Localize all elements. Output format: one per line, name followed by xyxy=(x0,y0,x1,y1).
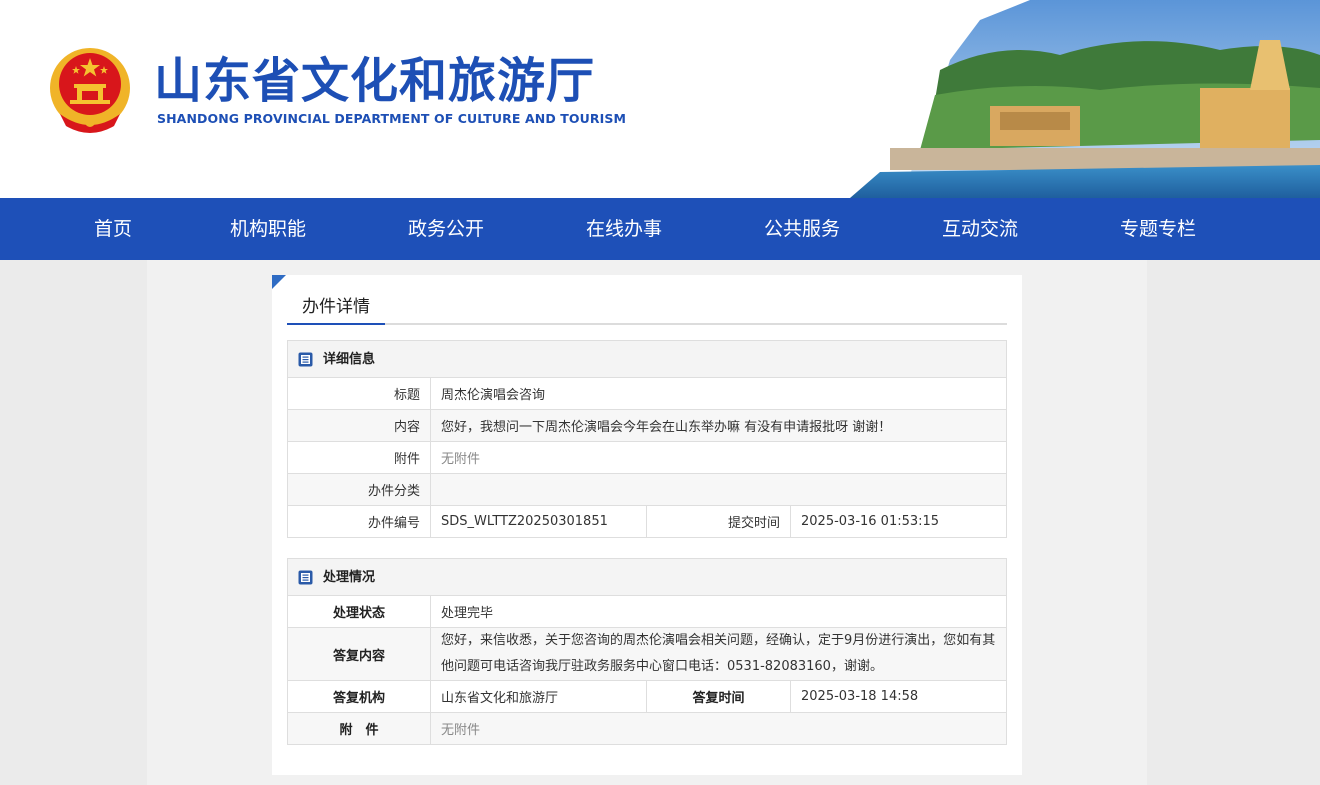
reply-attachment-label: 附 件 xyxy=(288,713,431,744)
handling-section-title: 处理情况 xyxy=(323,570,376,585)
status-label: 处理状态 xyxy=(288,596,431,627)
table-row: 答复机构 山东省文化和旅游厅 答复时间 2025-03-18 14:58 xyxy=(288,681,1006,713)
nav-item-public-services[interactable]: 公共服务 xyxy=(764,198,840,260)
table-row: 答复内容 您好，来信收悉，关于您咨询的周杰伦演唱会相关问题，经确认，定于9月份进… xyxy=(288,628,1006,681)
site-title-cn: 山东省文化和旅游厅 xyxy=(154,53,596,109)
table-row: 内容 您好，我想问一下周杰伦演唱会今年会在山东举办嘛 有没有申请报批呀 谢谢！ xyxy=(288,410,1006,442)
submit-time-label: 提交时间 xyxy=(647,506,791,537)
submit-time-value: 2025-03-16 01:53:15 xyxy=(801,514,940,529)
reply-content-value: 您好，来信收悉，关于您咨询的周杰伦演唱会相关问题，经确认，定于9月份进行演出，您… xyxy=(441,633,996,674)
content-label: 内容 xyxy=(288,410,431,441)
detail-section-title: 详细信息 xyxy=(323,352,376,367)
document-list-icon xyxy=(298,352,313,367)
category-value xyxy=(431,474,1006,505)
reply-org-value: 山东省文化和旅游厅 xyxy=(431,681,647,712)
nav-item-home[interactable]: 首页 xyxy=(94,198,132,260)
title-label: 标题 xyxy=(288,378,431,409)
site-header: 山东省文化和旅游厅 SHANDONG PROVINCIAL DEPARTMENT… xyxy=(0,0,1320,198)
case-number-label: 办件编号 xyxy=(288,506,431,537)
detail-section: 详细信息 标题 周杰伦演唱会咨询 内容 您好，我想问一下周杰伦演唱会今年会在山东… xyxy=(287,340,1007,538)
handling-section: 处理情况 处理状态 处理完毕 答复内容 您好，来信收悉，关于您咨询的周杰伦演唱会… xyxy=(287,558,1007,745)
detail-section-header: 详细信息 xyxy=(288,341,1006,378)
status-value: 处理完毕 xyxy=(441,606,494,621)
reply-time-value: 2025-03-18 14:58 xyxy=(801,689,919,704)
nav-item-special-topics[interactable]: 专题专栏 xyxy=(1120,198,1196,260)
reply-attachment-value: 无附件 xyxy=(441,723,481,738)
attachment-label: 附件 xyxy=(288,442,431,473)
table-row: 办件分类 xyxy=(288,474,1006,506)
reply-org-label: 答复机构 xyxy=(288,681,431,712)
site-title-en: SHANDONG PROVINCIAL DEPARTMENT OF CULTUR… xyxy=(157,111,626,126)
nav-item-interaction[interactable]: 互动交流 xyxy=(942,198,1018,260)
case-number-value: SDS_WLTTZ20250301851 xyxy=(431,506,647,537)
card-title: 办件详情 xyxy=(287,293,385,325)
nav-item-government-affairs[interactable]: 政务公开 xyxy=(408,198,484,260)
case-detail-card: 办件详情 详细信息 标题 周杰伦演唱会咨询 内容 您好，我想问一下周杰伦演唱会今… xyxy=(272,275,1022,775)
scenic-banner-image xyxy=(850,0,1320,198)
reply-time-label: 答复时间 xyxy=(647,681,791,712)
nav-item-online-services[interactable]: 在线办事 xyxy=(586,198,662,260)
nav-item-organization[interactable]: 机构职能 xyxy=(230,198,306,260)
document-list-icon xyxy=(298,570,313,585)
table-row: 附件 无附件 xyxy=(288,442,1006,474)
corner-decoration xyxy=(272,275,286,289)
table-row: 标题 周杰伦演唱会咨询 xyxy=(288,378,1006,410)
content-value: 您好，我想问一下周杰伦演唱会今年会在山东举办嘛 有没有申请报批呀 谢谢！ xyxy=(441,420,892,435)
category-label: 办件分类 xyxy=(288,474,431,505)
title-value: 周杰伦演唱会咨询 xyxy=(441,388,546,403)
title-divider xyxy=(287,323,1007,325)
table-row: 办件编号 SDS_WLTTZ20250301851 提交时间 2025-03-1… xyxy=(288,506,1006,538)
table-row: 处理状态 处理完毕 xyxy=(288,596,1006,628)
national-emblem-icon xyxy=(50,48,130,133)
reply-content-label: 答复内容 xyxy=(288,628,431,680)
main-nav: 首页 机构职能 政务公开 在线办事 公共服务 互动交流 专题专栏 xyxy=(0,198,1320,260)
attachment-value: 无附件 xyxy=(441,452,481,467)
handling-section-header: 处理情况 xyxy=(288,559,1006,596)
table-row: 附 件 无附件 xyxy=(288,713,1006,745)
